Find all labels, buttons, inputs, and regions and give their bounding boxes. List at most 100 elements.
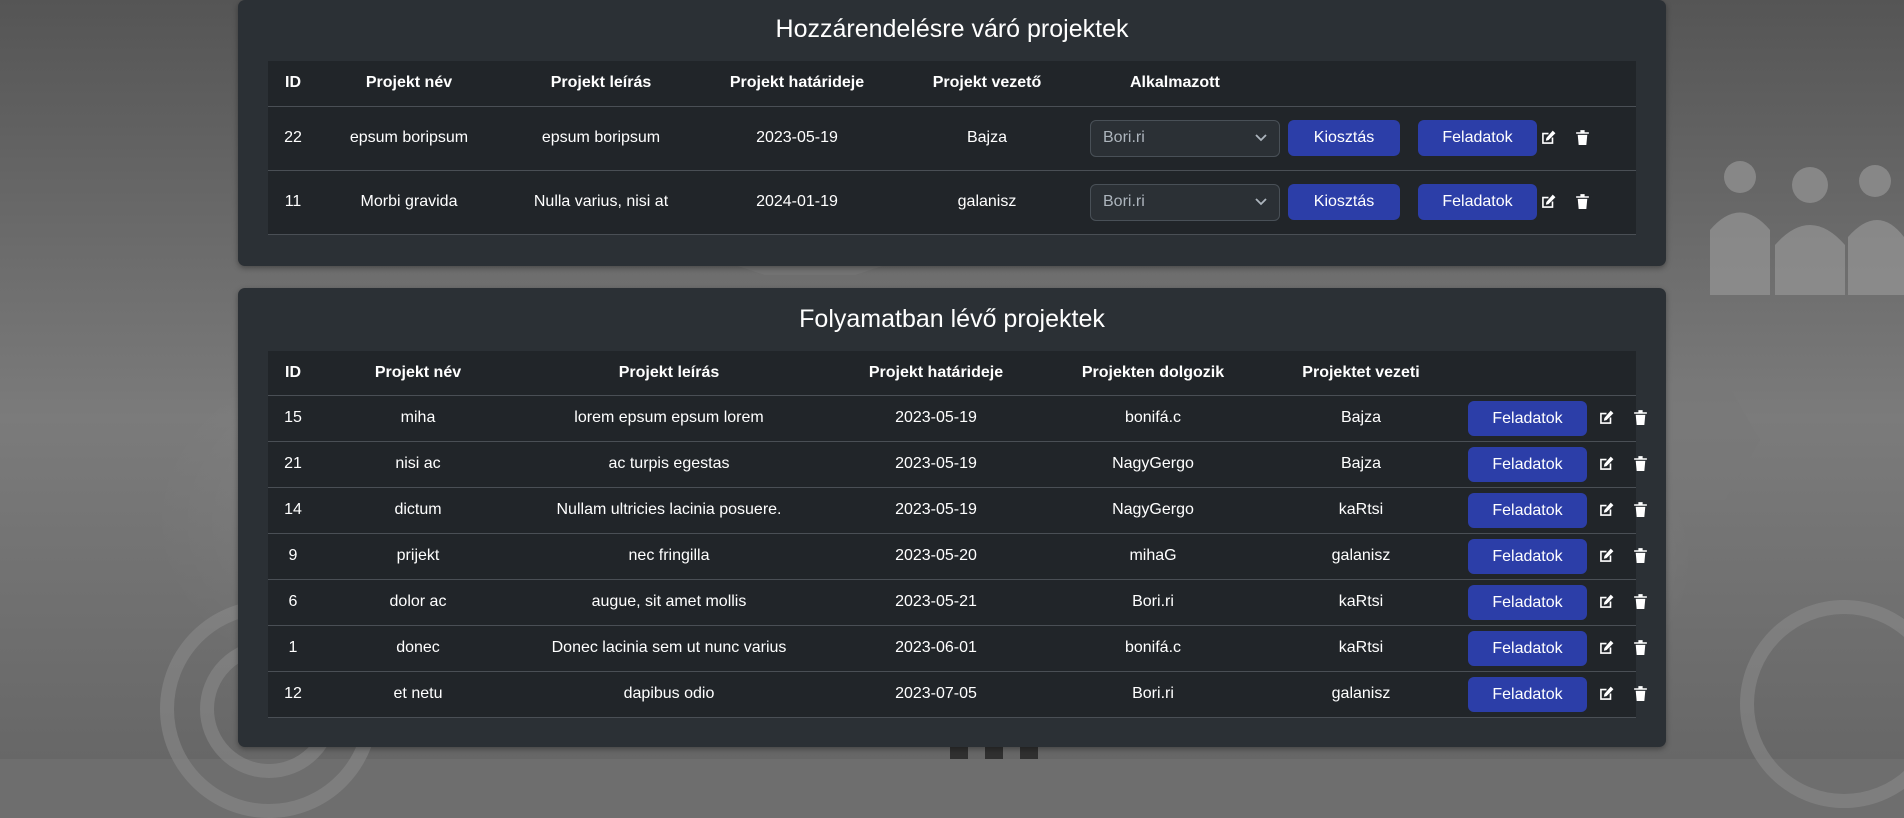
tasks-button[interactable]: Feladatok (1468, 492, 1587, 528)
cell-leader: Bajza (1254, 395, 1468, 442)
edit-icon[interactable] (1598, 547, 1615, 564)
cell-deadline: 2023-05-20 (820, 533, 1052, 580)
column-header-worker: Projekten dolgozik (1052, 351, 1254, 396)
cell-id: 21 (268, 441, 318, 488)
assign-button[interactable]: Kiosztás (1288, 184, 1400, 220)
cell-worker: Bori.ri (1052, 579, 1254, 626)
trash-icon[interactable] (1633, 639, 1648, 656)
cell-actions (1584, 395, 1648, 442)
cell-deadline: 2023-05-19 (820, 441, 1052, 488)
column-header-employee: Alkalmazott (1082, 61, 1288, 107)
column-header-empty (1526, 61, 1636, 107)
checkmark-circle-graphic (1740, 600, 1904, 808)
tasks-button[interactable]: Feladatok (1468, 538, 1587, 574)
table-row: 11 Morbi gravida Nulla varius, nisi at 2… (268, 170, 1636, 235)
cell-actions (1584, 625, 1648, 672)
cell-name: Morbi gravida (318, 170, 500, 235)
column-header-id: ID (268, 61, 318, 107)
column-header-empty (1468, 351, 1584, 396)
cell-actions (1584, 487, 1648, 534)
employee-select[interactable]: Bori.ri (1090, 183, 1280, 221)
cell-tasks: Feladatok (1468, 395, 1587, 442)
cell-leader: galanisz (1254, 671, 1468, 718)
table-row: 9 prijekt nec fringilla 2023-05-20 mihaG… (268, 533, 1648, 580)
table-row: 1 donec Donec lacinia sem ut nunc varius… (268, 625, 1648, 672)
trash-icon[interactable] (1633, 455, 1648, 472)
cell-worker: mihaG (1052, 533, 1254, 580)
tasks-button[interactable]: Feladatok (1468, 630, 1587, 666)
cell-leader: kaRtsi (1254, 625, 1468, 672)
cell-id: 12 (268, 671, 318, 718)
cell-worker: bonifá.c (1052, 395, 1254, 442)
cell-description: epsum boripsum (500, 106, 702, 171)
cell-deadline: 2023-05-21 (820, 579, 1052, 626)
cell-leader: galanisz (1254, 533, 1468, 580)
cell-tasks: Feladatok (1468, 671, 1587, 718)
cell-description: Nulla varius, nisi at (500, 170, 702, 235)
cell-description: lorem epsum epsum lorem (518, 395, 820, 442)
cell-description: ac turpis egestas (518, 441, 820, 488)
edit-icon[interactable] (1540, 193, 1557, 210)
edit-icon[interactable] (1598, 685, 1615, 702)
column-header-description: Projekt leírás (500, 61, 702, 107)
cell-leader: galanisz (892, 170, 1082, 235)
trash-icon[interactable] (1633, 685, 1648, 702)
in-progress-projects-title: Folyamatban lévő projektek (799, 305, 1105, 333)
assign-button[interactable]: Kiosztás (1288, 120, 1400, 156)
tasks-button[interactable]: Feladatok (1468, 676, 1587, 712)
pending-projects-table: ID Projekt név Projekt leírás Projekt ha… (268, 61, 1636, 235)
edit-icon[interactable] (1598, 593, 1615, 610)
column-header-name: Projekt név (318, 351, 518, 396)
in-progress-projects-table: ID Projekt név Projekt leírás Projekt ha… (268, 351, 1648, 718)
cell-tasks: Feladatok (1418, 106, 1537, 171)
business-people-graphic (1710, 161, 1904, 295)
edit-icon[interactable] (1598, 639, 1615, 656)
cell-actions (1526, 106, 1636, 171)
trash-icon[interactable] (1633, 547, 1648, 564)
trash-icon[interactable] (1633, 501, 1648, 518)
edit-icon[interactable] (1598, 455, 1615, 472)
cell-tasks: Feladatok (1468, 533, 1587, 580)
chevron-down-icon (1255, 134, 1267, 142)
column-header-leader: Projektet vezeti (1254, 351, 1468, 396)
column-header-empty (1288, 61, 1418, 107)
tasks-button[interactable]: Feladatok (1418, 184, 1537, 220)
cell-id: 11 (268, 170, 318, 235)
edit-icon[interactable] (1598, 409, 1615, 426)
cell-name: miha (318, 395, 518, 442)
tasks-button[interactable]: Feladatok (1468, 400, 1587, 436)
cell-leader: kaRtsi (1254, 579, 1468, 626)
column-header-description: Projekt leírás (518, 351, 820, 396)
cell-name: nisi ac (318, 441, 518, 488)
cell-leader: Bajza (1254, 441, 1468, 488)
table-row: 12 et netu dapibus odio 2023-07-05 Bori.… (268, 671, 1648, 718)
cell-id: 1 (268, 625, 318, 672)
cell-actions (1584, 671, 1648, 718)
trash-icon[interactable] (1633, 409, 1648, 426)
tasks-button[interactable]: Feladatok (1418, 120, 1537, 156)
cell-tasks: Feladatok (1468, 487, 1587, 534)
cell-deadline: 2023-05-19 (820, 395, 1052, 442)
trash-icon[interactable] (1575, 193, 1590, 210)
cell-name: prijekt (318, 533, 518, 580)
trash-icon[interactable] (1575, 129, 1590, 146)
cell-deadline: 2023-05-19 (702, 106, 892, 171)
cell-name: et netu (318, 671, 518, 718)
employee-select[interactable]: Bori.ri (1090, 119, 1280, 157)
cell-deadline: 2023-06-01 (820, 625, 1052, 672)
cell-leader: Bajza (892, 106, 1082, 171)
cell-deadline: 2023-05-19 (820, 487, 1052, 534)
edit-icon[interactable] (1598, 501, 1615, 518)
edit-icon[interactable] (1540, 129, 1557, 146)
cell-tasks: Feladatok (1468, 625, 1587, 672)
column-header-name: Projekt név (318, 61, 500, 107)
cell-worker: Bori.ri (1052, 671, 1254, 718)
tasks-button[interactable]: Feladatok (1468, 584, 1587, 620)
cell-tasks: Feladatok (1418, 170, 1537, 235)
column-header-leader: Projekt vezető (892, 61, 1082, 107)
trash-icon[interactable] (1633, 593, 1648, 610)
tasks-button[interactable]: Feladatok (1468, 446, 1587, 482)
column-header-id: ID (268, 351, 318, 396)
cell-assign: Kiosztás (1288, 170, 1418, 235)
cell-employee-select: Bori.ri (1082, 106, 1288, 171)
